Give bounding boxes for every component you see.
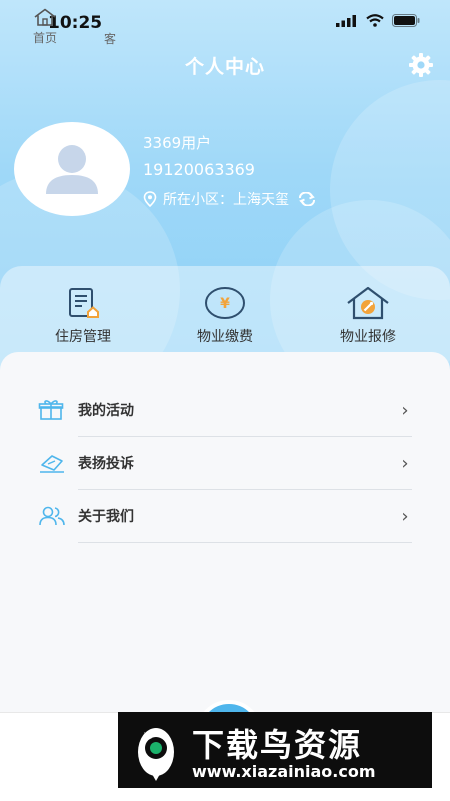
watermark-url: www.xiazainiao.com [192, 762, 376, 781]
settings-gear-icon[interactable] [408, 52, 434, 78]
property-fee-button[interactable]: ¥ 物业缴费 [160, 286, 290, 346]
menu-item-about-us[interactable]: 关于我们 › [38, 490, 412, 542]
divider [78, 542, 412, 543]
community-row[interactable]: 所在小区：上海天玺 [143, 189, 317, 209]
community-label: 所在小区：上海天玺 [163, 192, 289, 208]
home-icon [34, 8, 56, 26]
property-repair-button[interactable]: 物业报修 [303, 286, 433, 346]
praise-complaint-label: 表扬投诉 [78, 456, 134, 472]
tab-home-label: 首页 [32, 31, 57, 45]
tab-service-label: 客 [104, 32, 117, 46]
bird-logo-icon [138, 728, 174, 781]
user-phone: 19120063369 [143, 160, 255, 179]
housing-management-button[interactable]: 住房管理 [18, 286, 148, 346]
chevron-right-icon: › [401, 505, 409, 527]
property-fee-label: 物业缴费 [197, 329, 253, 345]
user-name: 3369用户 [143, 134, 212, 152]
about-us-label: 关于我们 [78, 509, 134, 525]
switch-community-icon[interactable] [297, 192, 317, 206]
property-repair-label: 物业报修 [340, 329, 396, 345]
chevron-right-icon: › [401, 399, 409, 421]
watermark-brand: 下载鸟资源 [192, 726, 363, 764]
my-activities-label: 我的活动 [78, 403, 134, 419]
housing-management-label: 住房管理 [55, 329, 111, 345]
menu-item-praise-complaint[interactable]: 表扬投诉 › [38, 437, 412, 489]
location-pin-icon [143, 191, 157, 207]
status-bar: 10:25 [0, 0, 450, 46]
feedback-icon [40, 455, 64, 473]
house-wrench-icon [347, 286, 389, 320]
tab-service[interactable]: 客 [104, 30, 116, 47]
chevron-right-icon: › [401, 452, 409, 474]
page-title: 个人中心 [184, 56, 265, 78]
watermark-banner: 下载鸟资源 www.xiazainiao.com [118, 712, 432, 788]
tab-home[interactable]: 首页 [28, 8, 62, 46]
battery-icon [392, 14, 420, 27]
yuan-symbol: ¥ [220, 296, 230, 312]
cellular-signal-icon [336, 14, 356, 27]
menu-item-my-activities[interactable]: 我的活动 › [38, 384, 412, 436]
gift-icon [38, 400, 64, 420]
wifi-icon [366, 14, 384, 27]
default-user-avatar-icon [46, 145, 98, 194]
users-icon [39, 506, 65, 526]
house-document-icon [69, 288, 99, 318]
yuan-coin-icon: ¥ [205, 287, 245, 319]
avatar[interactable] [14, 122, 130, 216]
